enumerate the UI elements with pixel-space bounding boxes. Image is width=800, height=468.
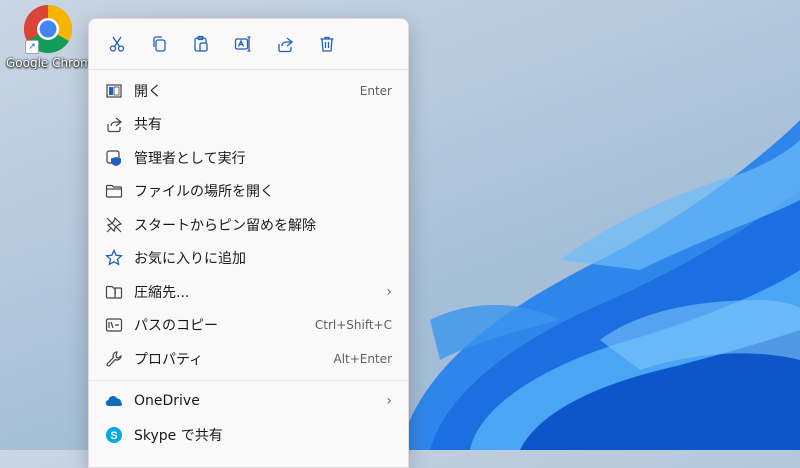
- menu-item-label: OneDrive: [134, 393, 200, 410]
- menu-item-share-with-skype[interactable]: S Skype で共有: [89, 418, 408, 452]
- wrench-icon: [106, 351, 122, 367]
- copy-path-icon: [105, 318, 123, 332]
- svg-text:S: S: [110, 430, 117, 442]
- menu-item-properties[interactable]: プロパティ Alt+Enter: [89, 342, 408, 376]
- delete-icon: [320, 36, 334, 52]
- menu-item-copy-path[interactable]: パスのコピー Ctrl+Shift+C: [89, 309, 408, 343]
- menu-item-label: 共有: [134, 117, 162, 134]
- admin-shield-icon: [106, 150, 121, 166]
- menu-item-share[interactable]: 共有: [89, 108, 408, 142]
- desktop-icon-label: Google Chrom: [6, 56, 92, 70]
- copy-button[interactable]: [145, 30, 173, 58]
- cut-button[interactable]: [103, 30, 131, 58]
- menu-item-add-to-favorites[interactable]: お気に入りに追加: [89, 242, 408, 276]
- menu-item-shortcut: Enter: [359, 83, 392, 98]
- chevron-right-icon: ›: [386, 283, 392, 300]
- shortcut-arrow-icon: ↗: [25, 40, 39, 54]
- menu-item-label: パスのコピー: [134, 318, 218, 335]
- menu-item-unpin-from-start[interactable]: スタートからピン留めを解除: [89, 208, 408, 242]
- paste-button[interactable]: [187, 30, 215, 58]
- skype-icon: S: [106, 426, 122, 443]
- menu-item-label: スタートからピン留めを解除: [134, 217, 316, 234]
- unpin-icon: [106, 216, 123, 233]
- rename-button[interactable]: [229, 30, 257, 58]
- desktop-icon-chrome[interactable]: ↗ Google Chrom: [4, 4, 92, 76]
- paste-icon: [194, 35, 208, 52]
- menu-item-label: 圧縮先...: [134, 284, 190, 301]
- menu-item-label: 開く: [134, 83, 162, 100]
- menu-item-open-file-location[interactable]: ファイルの場所を開く: [89, 175, 408, 209]
- rename-icon: [234, 36, 251, 52]
- menu-item-compress-to[interactable]: 圧縮先... ›: [89, 275, 408, 309]
- menu-item-shortcut: Alt+Enter: [333, 351, 392, 366]
- share-icon: [278, 37, 294, 53]
- menu-item-run-as-admin[interactable]: 管理者として実行: [89, 141, 408, 175]
- menu-item-label: ファイルの場所を開く: [134, 184, 274, 201]
- copy-icon: [153, 36, 166, 52]
- menu-item-shortcut: Ctrl+Shift+C: [314, 318, 392, 333]
- cut-icon: [109, 36, 125, 52]
- menu-item-open[interactable]: 開く Enter: [89, 74, 408, 108]
- onedrive-icon: [105, 396, 122, 407]
- share-icon: [107, 117, 122, 133]
- chevron-right-icon: ›: [386, 393, 392, 410]
- folder-icon: [105, 185, 123, 198]
- menu-separator: [89, 379, 408, 381]
- menu-item-label: プロパティ: [134, 351, 204, 368]
- menu-item-label: お気に入りに追加: [134, 251, 246, 268]
- menu-item-label: Skype で共有: [134, 427, 223, 444]
- share-button[interactable]: [271, 30, 299, 58]
- quick-actions-bar: [89, 19, 408, 70]
- menu-items-list: 開く Enter 共有 管理者として実行 ファイルの場所を開く スタートからピン…: [89, 70, 408, 452]
- context-menu: 開く Enter 共有 管理者として実行 ファイルの場所を開く スタートからピン…: [88, 18, 409, 468]
- menu-item-onedrive[interactable]: OneDrive ›: [89, 385, 408, 419]
- delete-button[interactable]: [313, 30, 341, 58]
- star-icon: [105, 249, 123, 266]
- open-window-icon: [106, 84, 122, 98]
- zip-folder-icon: [105, 285, 123, 299]
- chrome-logo-icon: ↗: [23, 4, 73, 54]
- menu-item-label: 管理者として実行: [134, 150, 246, 167]
